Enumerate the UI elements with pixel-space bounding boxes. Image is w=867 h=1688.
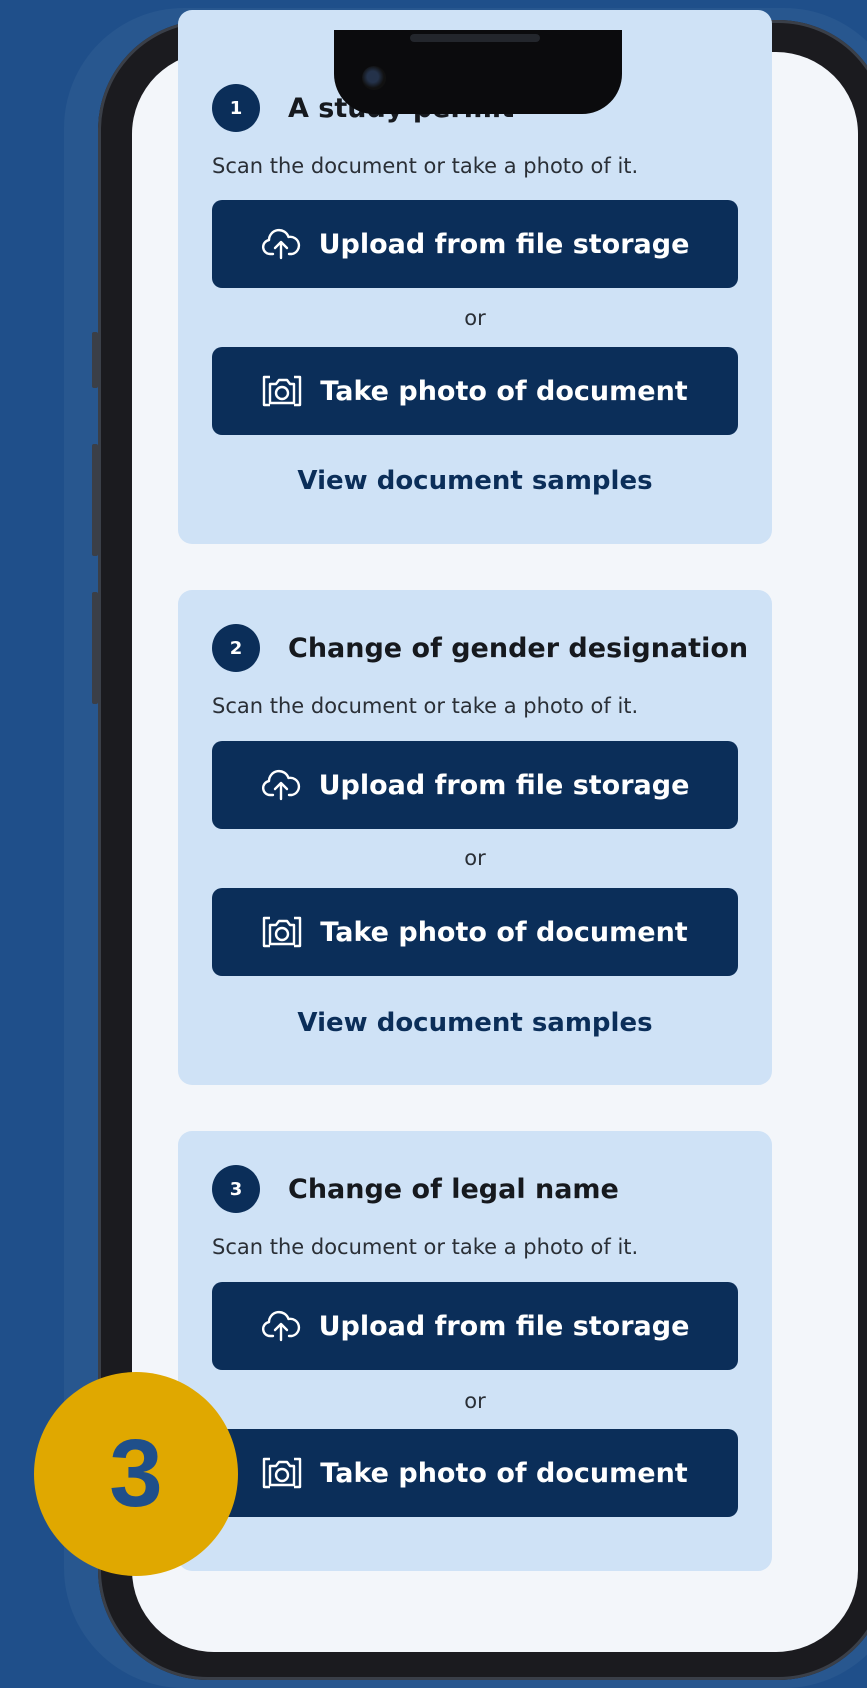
take-photo-of-document-button[interactable]: Take photo of document	[212, 347, 738, 435]
photo-button-label: Take photo of document	[320, 375, 688, 407]
camera-icon	[263, 1457, 302, 1489]
upload-button-label: Upload from file storage	[318, 769, 690, 801]
front-camera	[362, 66, 386, 90]
phone-speaker	[410, 34, 540, 42]
photo-button-label: Take photo of document	[320, 1457, 688, 1489]
cloud-upload-icon	[261, 1310, 300, 1342]
phone-volume-down-button	[92, 592, 98, 704]
or-separator: or	[464, 306, 486, 330]
phone-side-button	[92, 332, 98, 388]
camera-icon	[263, 916, 302, 948]
photo-button-label: Take photo of document	[320, 916, 688, 948]
view-document-samples-link[interactable]: View document samples	[178, 1008, 772, 1038]
document-description: Scan the document or take a photo of it.	[212, 154, 639, 178]
card-header: 2 Change of gender designation	[212, 624, 748, 672]
document-card-2: 2 Change of gender designation Scan the …	[178, 590, 772, 1085]
cloud-upload-icon	[261, 769, 300, 801]
phone-volume-up-button	[92, 444, 98, 556]
step-number: 2	[212, 624, 260, 672]
or-separator: or	[464, 1389, 486, 1413]
upload-from-file-storage-button[interactable]: Upload from file storage	[212, 1282, 738, 1370]
upload-button-label: Upload from file storage	[318, 1310, 690, 1342]
upload-button-label: Upload from file storage	[318, 228, 690, 260]
upload-from-file-storage-button[interactable]: Upload from file storage	[212, 741, 738, 829]
step-number-badge: 3	[34, 1372, 238, 1576]
document-title: Change of legal name	[288, 1173, 619, 1205]
step-number: 1	[212, 84, 260, 132]
or-separator: or	[464, 846, 486, 870]
take-photo-of-document-button[interactable]: Take photo of document	[212, 888, 738, 976]
document-description: Scan the document or take a photo of it.	[212, 1235, 639, 1259]
cloud-upload-icon	[261, 228, 300, 260]
upload-from-file-storage-button[interactable]: Upload from file storage	[212, 200, 738, 288]
step-number: 3	[212, 1165, 260, 1213]
camera-icon	[263, 375, 302, 407]
take-photo-of-document-button[interactable]: Take photo of document	[212, 1429, 738, 1517]
document-title: Change of gender designation	[288, 632, 749, 664]
view-document-samples-link[interactable]: View document samples	[178, 466, 772, 496]
document-description: Scan the document or take a photo of it.	[212, 694, 639, 718]
card-header: 3 Change of legal name	[212, 1165, 619, 1213]
document-card-3: 3 Change of legal name Scan the document…	[178, 1131, 772, 1571]
